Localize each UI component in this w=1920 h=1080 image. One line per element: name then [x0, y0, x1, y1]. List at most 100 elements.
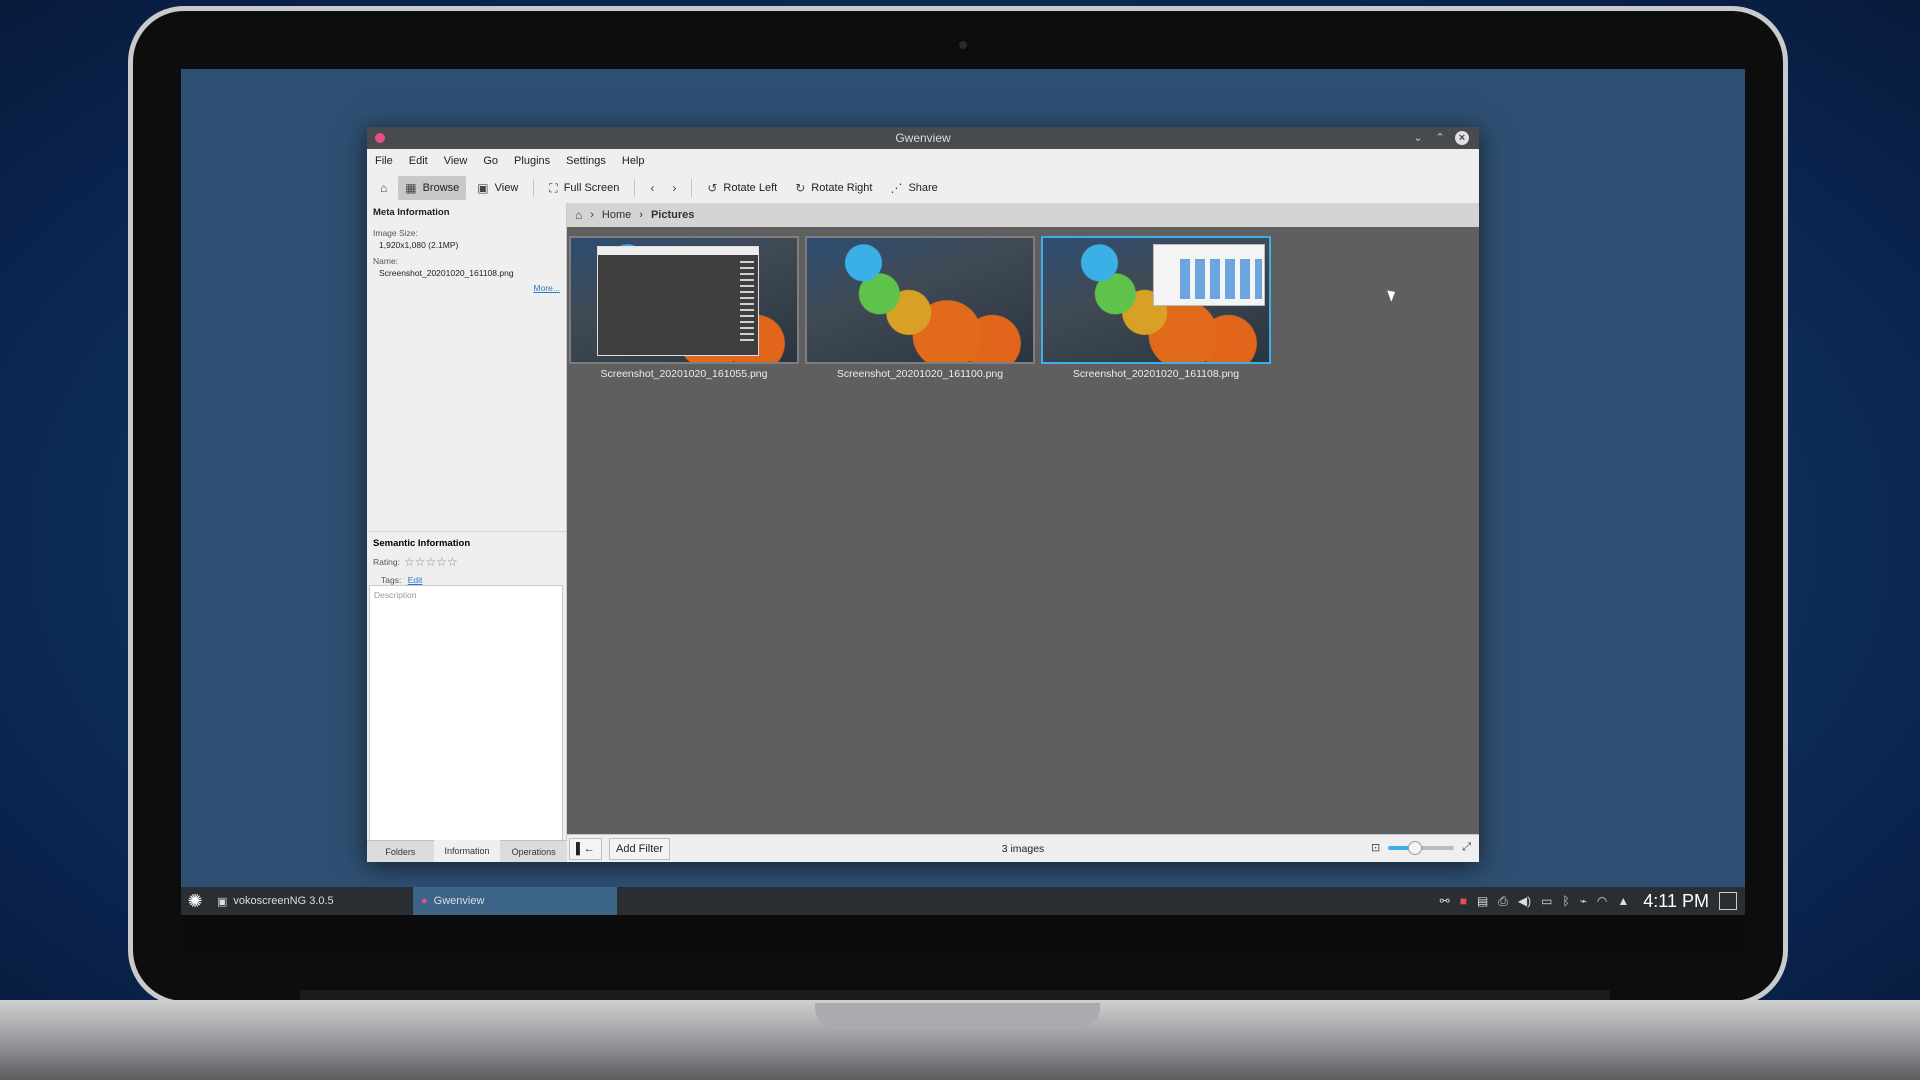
tags-label: Tags:	[381, 575, 402, 585]
webcam	[959, 41, 967, 49]
tray-expand-icon[interactable]: ▲	[1617, 894, 1629, 908]
menu-file[interactable]: File	[375, 155, 393, 167]
image-size-label: Image Size:	[373, 228, 418, 238]
image-count: 3 images	[1001, 843, 1045, 855]
tab-folders[interactable]: Folders	[367, 840, 434, 862]
thumbnail-item[interactable]: Screenshot_20201020_161100.png	[805, 236, 1035, 380]
taskbar: ✺ ▣ vokoscreenNG 3.0.5 ● Gwenview ⚯ ■ ▤ …	[181, 887, 1745, 915]
menu-edit[interactable]: Edit	[409, 155, 428, 167]
battery-icon[interactable]: ▭	[1541, 894, 1552, 908]
kdeconnect-icon[interactable]: ⚯	[1440, 894, 1450, 908]
zoom-to-fit-icon[interactable]: ⊡	[1371, 841, 1380, 854]
toggle-sidebar-button[interactable]: ▌←	[569, 838, 602, 860]
semantic-info-title: Semantic Information	[373, 538, 471, 549]
thumbnail-view: ⌂ › Home › Pictures Screenshot_20201020_…	[567, 203, 1479, 862]
clock[interactable]: 4:11 PM	[1643, 891, 1709, 912]
chevron-right-icon: ›	[672, 181, 677, 195]
sidebar: Meta Information Image Size: 1,920x1,080…	[367, 203, 568, 862]
app-launcher-icon[interactable]: ✺	[181, 891, 209, 912]
clipboard-icon[interactable]: ▤	[1477, 894, 1488, 908]
breadcrumb-current[interactable]: Pictures	[651, 209, 694, 221]
home-icon[interactable]: ⌂	[575, 208, 582, 222]
more-link[interactable]: More...	[534, 283, 560, 293]
thumbnail-image[interactable]	[569, 236, 799, 364]
browse-button[interactable]: ▦ Browse	[398, 176, 467, 200]
show-desktop-button[interactable]	[1719, 892, 1737, 910]
name-value: Screenshot_20201020_161108.png	[379, 268, 514, 278]
task-gwenview-label: Gwenview	[433, 895, 485, 907]
rotate-left-icon: ↺	[707, 181, 718, 195]
gwenview-icon: ●	[421, 895, 428, 907]
menu-view[interactable]: View	[444, 155, 468, 167]
toolbar-separator	[691, 179, 693, 197]
rotate-left-label: Rotate Left	[723, 182, 778, 194]
menu-go[interactable]: Go	[483, 155, 498, 167]
image-icon: ▣	[477, 181, 489, 195]
system-tray: ⚯ ■ ▤ ⎙ ◀) ▭ ᛒ ⌁ ◠ ▲ 4:11 PM	[1440, 891, 1745, 912]
title-bar[interactable]: Gwenview ⌄ ⌃ ×	[367, 127, 1479, 149]
share-label: Share	[908, 182, 938, 194]
zoom-expand-icon[interactable]: ⤢	[1462, 841, 1471, 854]
rotate-left-button[interactable]: ↺ Rotate Left	[700, 176, 784, 200]
hinge	[300, 990, 1610, 1000]
printer-icon[interactable]: ⎙	[1498, 894, 1508, 909]
menu-help[interactable]: Help	[622, 155, 645, 167]
wifi-icon[interactable]: ◠	[1597, 894, 1607, 908]
vokoscreen-icon: ▣	[217, 895, 228, 908]
zoom-slider[interactable]	[1388, 840, 1455, 855]
home-button[interactable]: ⌂	[373, 176, 394, 200]
menu-bar: File Edit View Go Plugins Settings Help	[367, 149, 1479, 173]
zoom-slider-handle[interactable]	[1407, 840, 1422, 855]
gwenview-window: Gwenview ⌄ ⌃ × File Edit View Go Plugins…	[367, 127, 1479, 862]
toolbar-separator	[533, 179, 535, 197]
mouse-cursor-icon	[1387, 288, 1398, 302]
thumbnail-item[interactable]: Screenshot_20201020_161055.png	[569, 236, 799, 380]
task-vokoscreen[interactable]: ▣ vokoscreenNG 3.0.5	[209, 887, 413, 915]
bluetooth-icon[interactable]: ᛒ	[1562, 894, 1569, 908]
fullscreen-button[interactable]: ⛶ Full Screen	[542, 176, 626, 200]
meta-info-title: Meta Information	[373, 207, 450, 218]
name-label: Name:	[373, 256, 399, 266]
record-icon[interactable]: ■	[1460, 894, 1467, 908]
breadcrumb: ⌂ › Home › Pictures	[567, 203, 1479, 227]
home-icon: ⌂	[380, 181, 388, 195]
grid-icon: ▦	[405, 181, 417, 195]
add-filter-button[interactable]: Add Filter	[609, 838, 671, 860]
thumbnail-image[interactable]	[1041, 236, 1271, 364]
breadcrumb-home[interactable]: Home	[602, 209, 631, 221]
chevron-left-icon: ‹	[650, 181, 655, 195]
menu-plugins[interactable]: Plugins	[514, 155, 550, 167]
thumbnail-caption: Screenshot_20201020_161055.png	[600, 368, 768, 380]
rotate-right-icon: ↻	[795, 181, 806, 195]
toolbar-separator	[634, 179, 636, 197]
usb-icon[interactable]: ⌁	[1580, 894, 1587, 908]
rotate-right-label: Rotate Right	[811, 182, 873, 194]
breadcrumb-separator-icon: ›	[639, 209, 643, 221]
description-field[interactable]: Description	[369, 585, 563, 849]
volume-icon[interactable]: ◀)	[1518, 894, 1531, 908]
description-placeholder: Description	[374, 590, 417, 600]
thumbnail-item-selected[interactable]: Screenshot_20201020_161108.png	[1041, 236, 1271, 380]
close-icon[interactable]: ×	[1455, 131, 1469, 145]
image-size-value: 1,920x1,080 (2.1MP)	[379, 240, 459, 250]
thumbnail-image[interactable]	[805, 236, 1035, 364]
previous-button[interactable]: ‹	[643, 176, 661, 200]
view-button[interactable]: ▣ View	[470, 176, 525, 200]
thumbnail-caption: Screenshot_20201020_161108.png	[1072, 368, 1240, 380]
maximize-icon[interactable]: ⌃	[1433, 131, 1447, 145]
rotate-right-button[interactable]: ↻ Rotate Right	[788, 176, 879, 200]
minimize-icon[interactable]: ⌄	[1411, 131, 1425, 145]
share-button[interactable]: ⋰ Share	[883, 176, 944, 200]
task-vokoscreen-label: vokoscreenNG 3.0.5	[233, 895, 334, 907]
rating-stars[interactable]: ☆☆☆☆☆	[404, 555, 458, 569]
fullscreen-icon: ⛶	[549, 180, 558, 195]
next-button[interactable]: ›	[665, 176, 683, 200]
menu-settings[interactable]: Settings	[566, 155, 606, 167]
laptop-bezel: Gwenview ⌄ ⌃ × File Edit View Go Plugins…	[128, 6, 1788, 1006]
task-gwenview[interactable]: ● Gwenview	[413, 887, 617, 915]
tab-information[interactable]: Information	[433, 840, 501, 862]
tags-edit-link[interactable]: Edit	[408, 575, 423, 585]
screen-bezel-bottom	[181, 915, 1745, 957]
breadcrumb-separator-icon: ›	[590, 209, 594, 221]
tab-operations[interactable]: Operations	[500, 840, 568, 862]
